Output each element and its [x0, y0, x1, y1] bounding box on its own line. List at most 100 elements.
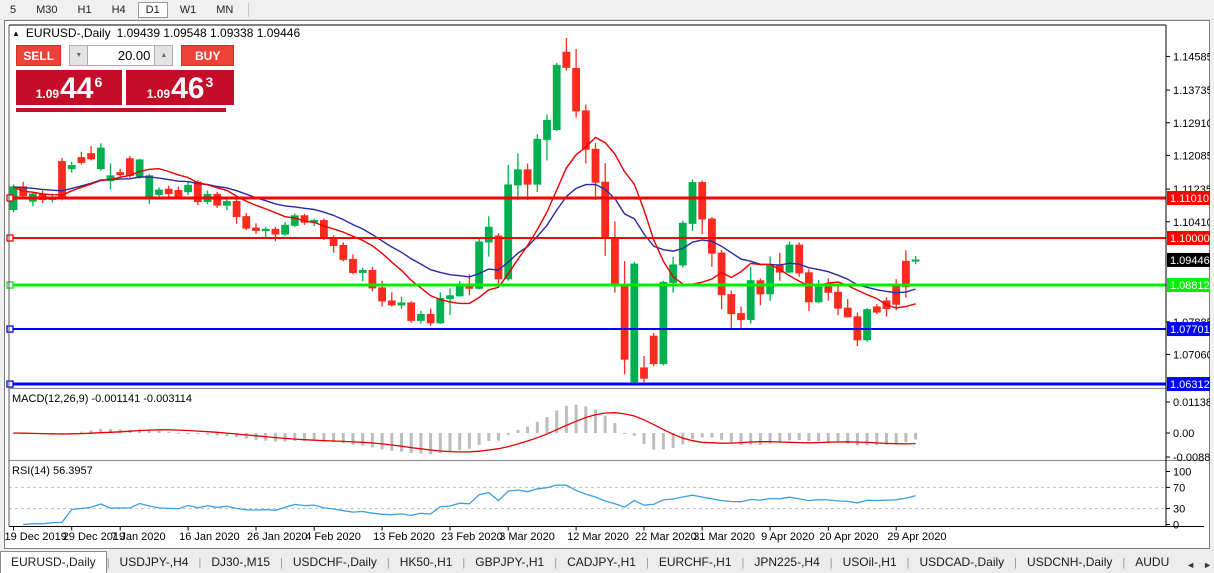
- candlestick: [175, 190, 182, 196]
- candlestick: [117, 173, 124, 175]
- date-label: 22 Mar 2020: [635, 531, 697, 543]
- tab-dj30-m15[interactable]: DJ30-,M15: [201, 552, 280, 573]
- candlestick: [156, 190, 163, 194]
- macd-histogram-bar: [652, 433, 655, 450]
- tab-usdcad-daily[interactable]: USDCAD-,Daily: [909, 552, 1014, 573]
- date-label: 3 Mar 2020: [499, 531, 555, 543]
- hline-anchor-marker: [7, 381, 13, 387]
- candlestick: [806, 273, 813, 302]
- tab-usdcnh-daily[interactable]: USDCNH-,Daily: [1017, 552, 1122, 573]
- macd-histogram-bar: [575, 405, 578, 433]
- tab-scroll-right-icon[interactable]: ►: [1203, 560, 1212, 570]
- date-label: 31 Mar 2020: [693, 531, 755, 543]
- sell-button[interactable]: SELL: [16, 45, 61, 66]
- tab-cadjpy-h1[interactable]: CADJPY-,H1: [557, 552, 646, 573]
- price-tick-label: 1.14585: [1173, 51, 1210, 63]
- volume-decrease-icon[interactable]: ▼: [69, 45, 88, 66]
- timeframe-button-M30[interactable]: M30: [28, 2, 65, 18]
- macd-histogram-bar: [778, 433, 781, 443]
- candlestick: [59, 162, 66, 197]
- candlestick: [553, 65, 560, 129]
- macd-histogram-bar: [866, 433, 869, 445]
- collapse-panel-icon[interactable]: ▲: [12, 29, 20, 38]
- macd-histogram-bar: [429, 433, 432, 454]
- macd-histogram-bar: [788, 433, 791, 440]
- candlestick: [631, 264, 638, 382]
- chart-ohlc-values: 1.09439 1.09548 1.09338 1.09446: [117, 26, 301, 40]
- macd-histogram-bar: [895, 433, 898, 444]
- macd-histogram-bar: [633, 433, 636, 436]
- candlestick: [709, 219, 716, 253]
- timeframe-button-H4[interactable]: H4: [104, 2, 134, 18]
- hline-price-label: 1.06312: [1170, 379, 1210, 391]
- macd-histogram-bar: [807, 433, 810, 441]
- date-label: 23 Feb 2020: [441, 531, 503, 543]
- candlestick: [97, 148, 104, 169]
- candlestick: [903, 261, 910, 286]
- sell-price-box[interactable]: 1.09 44 6: [16, 70, 122, 105]
- sell-price-big: 44: [60, 74, 93, 104]
- timeframe-button-H1[interactable]: H1: [70, 2, 100, 18]
- macd-histogram-bar: [361, 433, 364, 446]
- tab-jpn225-h4[interactable]: JPN225-,H4: [744, 552, 829, 573]
- tab-usdchf-daily[interactable]: USDCHF-,Daily: [283, 552, 387, 573]
- candlestick: [437, 299, 444, 323]
- buy-price-box[interactable]: 1.09 46 3: [126, 70, 234, 105]
- macd-histogram-bar: [167, 432, 170, 433]
- volume-input[interactable]: [88, 45, 154, 66]
- candlestick: [388, 301, 395, 305]
- macd-histogram-bar: [662, 433, 665, 449]
- tab-hk50-h1[interactable]: HK50-,H1: [390, 552, 463, 573]
- macd-histogram-bar: [458, 433, 461, 450]
- macd-scale-label: 0.00: [1173, 428, 1194, 440]
- candlestick: [757, 281, 764, 294]
- timeframe-button-MN[interactable]: MN: [208, 2, 241, 18]
- candlestick: [893, 286, 900, 304]
- candlestick: [767, 266, 774, 294]
- hline-anchor-marker: [7, 326, 13, 332]
- volume-stepper: ▼ ▲: [69, 45, 173, 66]
- toolbar-separator: [248, 3, 249, 17]
- date-label: 26 Jan 2020: [247, 531, 308, 543]
- chart-tab-bar: EURUSD-,Daily|USDJPY-,H4|DJ30-,M15|USDCH…: [0, 550, 1214, 573]
- tab-scroll-left-icon[interactable]: ◄: [1186, 560, 1195, 570]
- macd-histogram-bar: [701, 433, 704, 437]
- candlestick: [660, 282, 667, 363]
- trading-terminal: 5M30H1H4D1W1MN 1.145851.137351.129101.12…: [0, 0, 1214, 573]
- macd-scale-label: 0.011381: [1173, 397, 1210, 409]
- macd-scale-label: -0.00881: [1173, 452, 1210, 464]
- macd-histogram-bar: [827, 433, 830, 441]
- timeframe-button-5[interactable]: 5: [2, 2, 24, 18]
- macd-histogram-bar: [516, 430, 519, 433]
- volume-increase-icon[interactable]: ▲: [154, 45, 173, 66]
- macd-histogram-bar: [623, 433, 626, 434]
- candlestick: [796, 245, 803, 273]
- candlestick: [612, 238, 619, 285]
- macd-histogram-bar: [313, 433, 316, 441]
- candlestick: [544, 120, 551, 139]
- timeframe-button-D1[interactable]: D1: [138, 2, 168, 18]
- ma-fast-line: [14, 137, 916, 308]
- macd-histogram-bar: [216, 433, 219, 435]
- macd-histogram-bar: [798, 433, 801, 440]
- sell-price-prefix: 1.09: [36, 87, 59, 101]
- candlestick: [679, 223, 686, 265]
- candlestick: [146, 176, 153, 197]
- tab-gbpjpy-h1[interactable]: GBPJPY-,H1: [465, 552, 554, 573]
- macd-histogram-bar: [817, 433, 820, 441]
- candlestick: [136, 160, 143, 176]
- tab-audu[interactable]: AUDU: [1125, 552, 1179, 573]
- candlestick: [689, 183, 696, 224]
- tab-usdjpy-h4[interactable]: USDJPY-,H4: [110, 552, 199, 573]
- price-tick-label: 1.10410: [1173, 217, 1210, 229]
- buy-button[interactable]: BUY: [181, 45, 234, 66]
- candlestick: [78, 158, 85, 163]
- tab-eurchf-h1[interactable]: EURCHF-,H1: [649, 552, 742, 573]
- candlestick: [485, 227, 492, 242]
- macd-histogram-bar: [177, 433, 180, 434]
- timeframe-button-W1[interactable]: W1: [172, 2, 205, 18]
- macd-histogram-bar: [691, 433, 694, 439]
- candlestick: [738, 314, 745, 320]
- tab-usoil-h1[interactable]: USOil-,H1: [833, 552, 907, 573]
- tab-eurusd-daily[interactable]: EURUSD-,Daily: [0, 551, 107, 573]
